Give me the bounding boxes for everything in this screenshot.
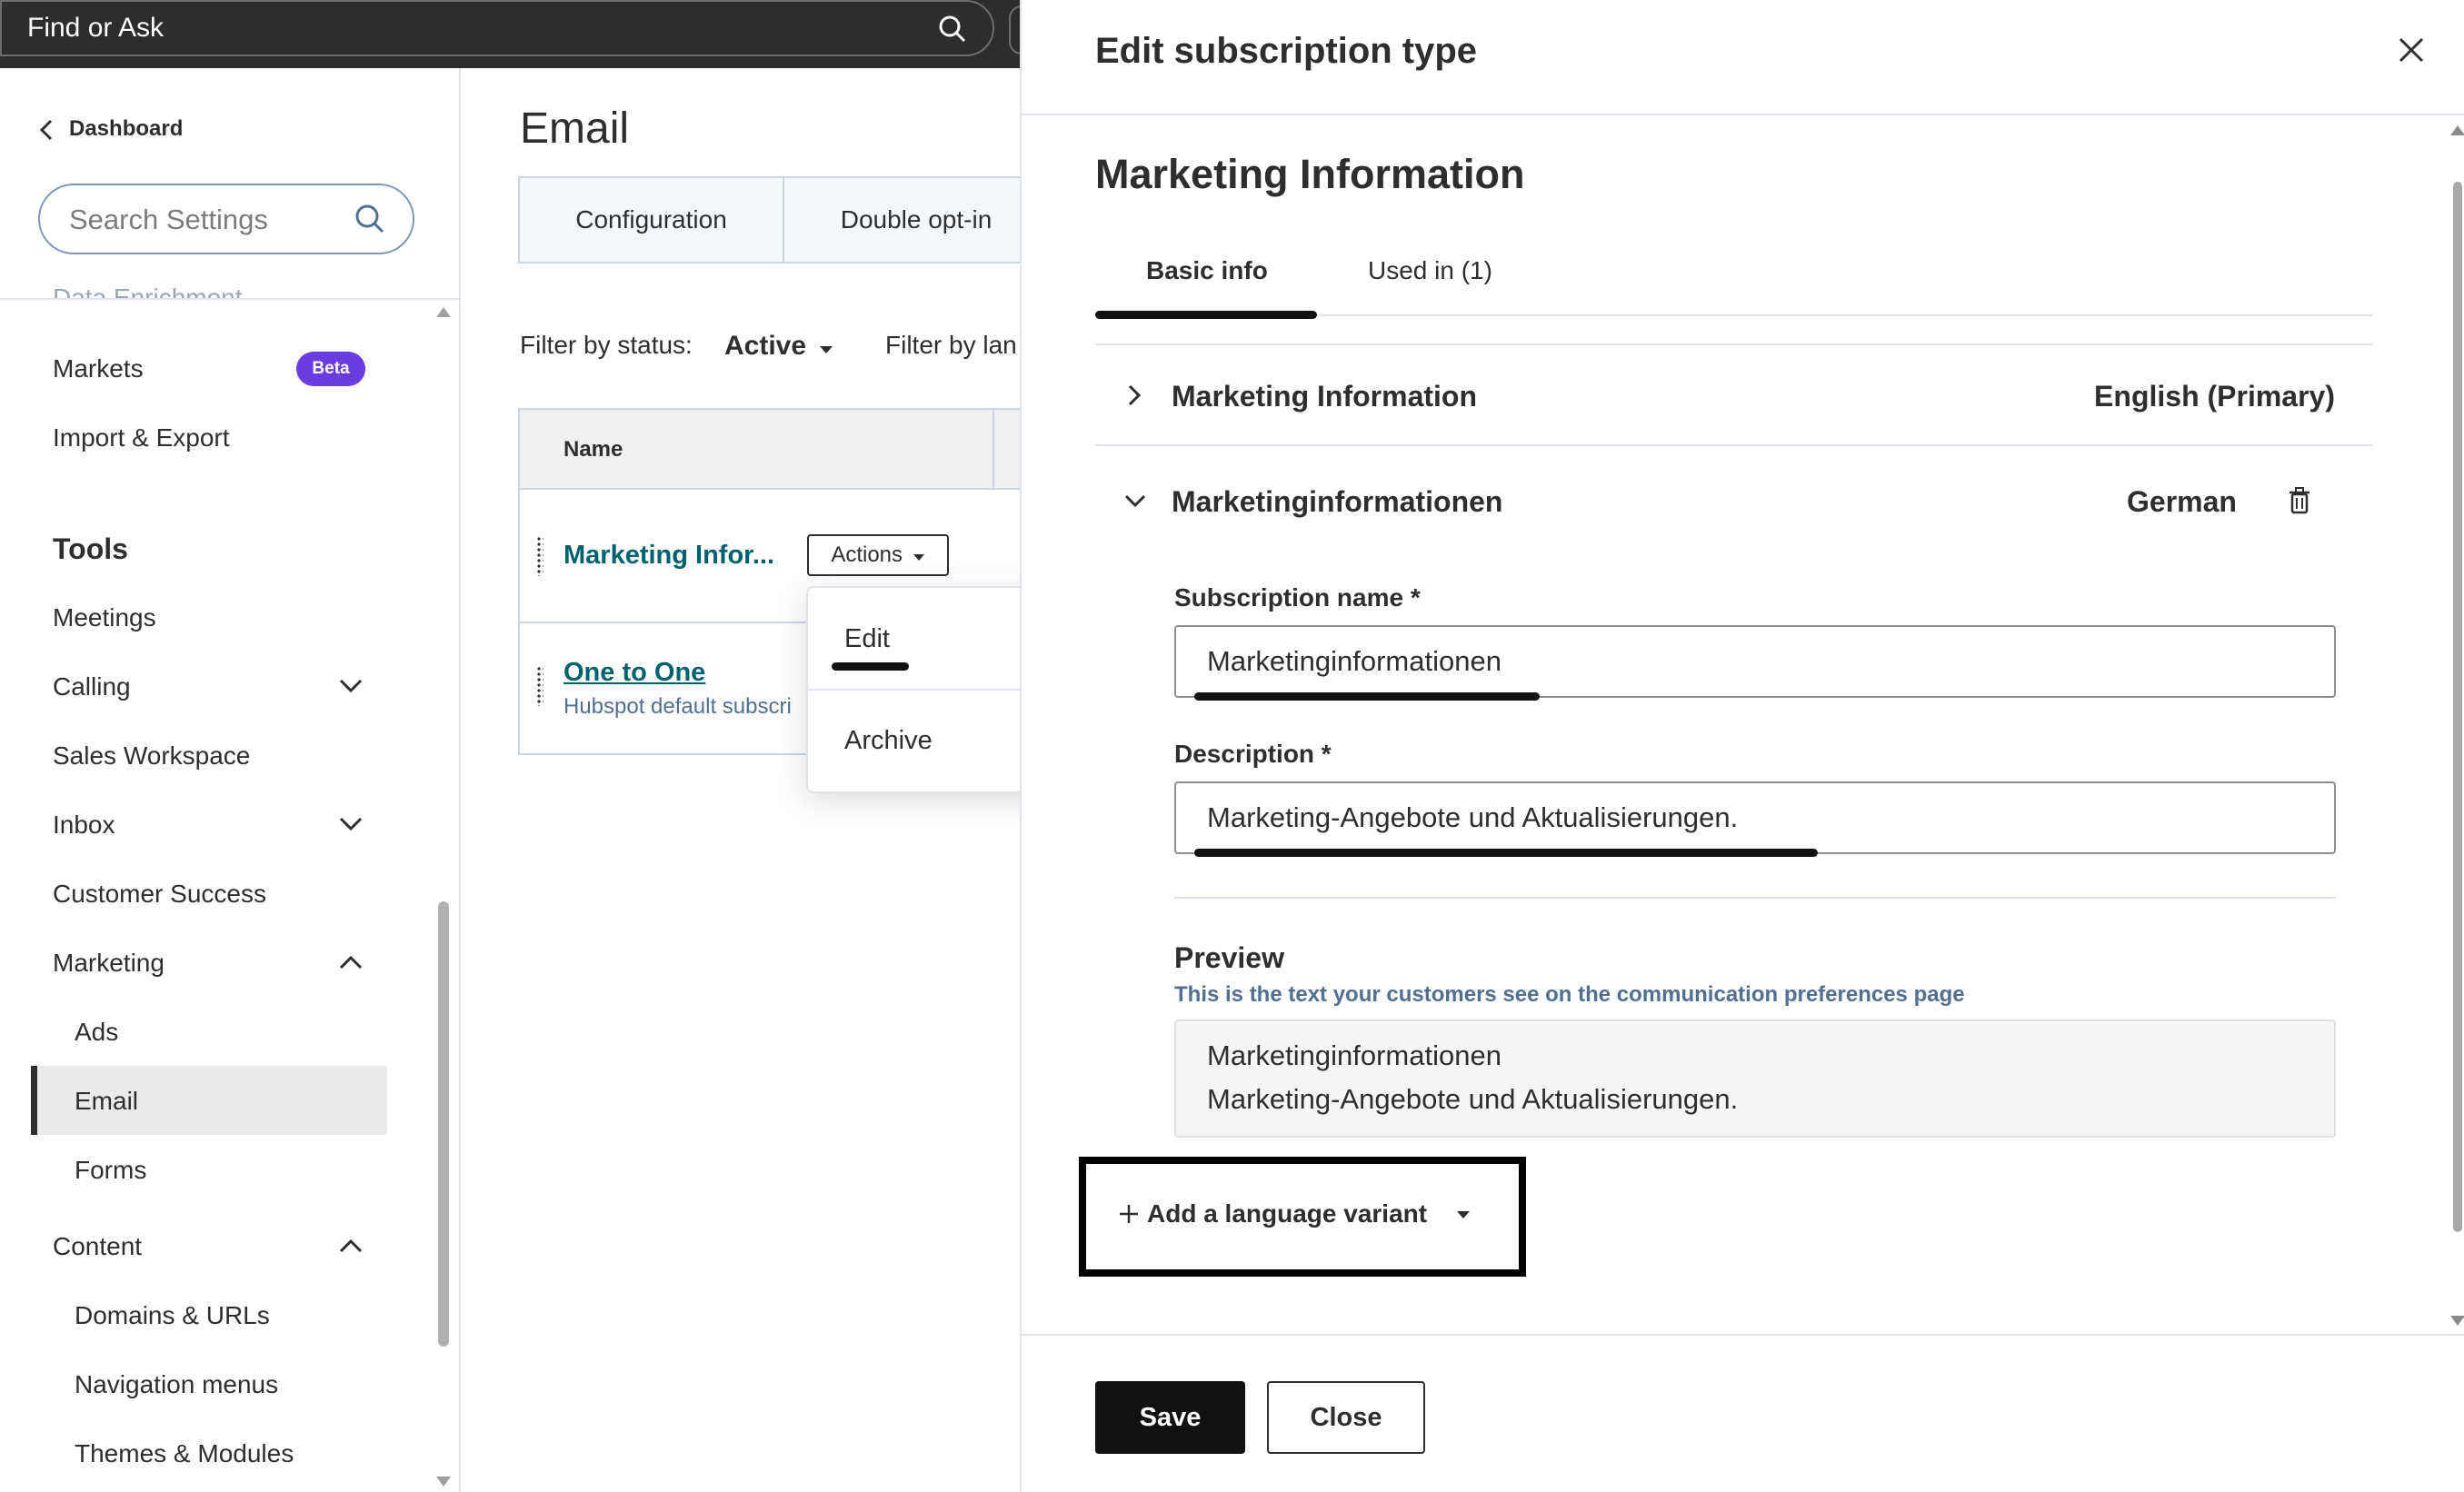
preview-heading: Preview [1174, 941, 1284, 974]
sidebar-item-customer-success[interactable]: Customer Success [53, 880, 266, 909]
panel-footer-divider [1022, 1334, 2464, 1336]
active-tab-indicator [1095, 311, 1317, 319]
caret-down-icon [820, 346, 833, 353]
subscription-name-input[interactable]: Marketinginformationen [1174, 625, 2336, 698]
active-indicator [31, 1066, 37, 1135]
preview-description: Marketing-Angebote und Aktualisierungen. [1207, 1083, 1739, 1115]
sidebar-scrollbar[interactable] [438, 901, 449, 1347]
description-input[interactable]: Marketing-Angebote und Aktualisierungen. [1174, 781, 2336, 854]
table-header: Name [520, 410, 1029, 490]
panel-header-divider [1022, 114, 2464, 115]
sidebar-divider [0, 298, 459, 300]
sidebar-item-themes-modules[interactable]: Themes & Modules [75, 1439, 294, 1468]
accordion-title-german[interactable]: Marketinginformationen [1172, 485, 1502, 519]
accordion-language-german: German [2127, 485, 2237, 518]
panel-title: Edit subscription type [1095, 31, 1478, 71]
sidebar-item-calling[interactable]: Calling [53, 672, 131, 701]
close-icon[interactable] [2398, 36, 2425, 64]
chevron-up-icon[interactable] [338, 954, 364, 970]
scroll-down-arrow[interactable] [436, 1477, 451, 1487]
description-value: Marketing-Angebote und Aktualisierungen. [1207, 801, 1739, 833]
chevron-down-icon[interactable] [338, 816, 364, 832]
scroll-up-arrow[interactable] [436, 307, 451, 317]
preview-subtext: This is the text your customers see on t… [1174, 982, 1965, 1007]
sidebar-item-cut-off[interactable]: Data Enrichment [53, 285, 243, 298]
plus-icon [1120, 1205, 1138, 1223]
tab-configuration[interactable]: Configuration [520, 176, 783, 264]
sidebar-item-ads[interactable]: Ads [75, 1018, 118, 1047]
chevron-down-icon[interactable] [1123, 493, 1147, 508]
row-link-one-to-one[interactable]: One to One [564, 658, 705, 688]
preview-box: Marketinginformationen Marketing-Angebot… [1174, 1020, 2336, 1138]
search-icon [355, 204, 384, 234]
panel-scroll-up-arrow[interactable] [2450, 125, 2464, 135]
actions-label: Actions [831, 542, 903, 567]
menu-item-edit[interactable]: Edit [844, 624, 890, 654]
sidebar-item-inbox[interactable]: Inbox [53, 811, 115, 840]
settings-search-placeholder: Search Settings [69, 204, 268, 235]
search-icon[interactable] [938, 15, 967, 44]
description-label: Description * [1174, 740, 1332, 768]
tab-double-opt-in[interactable]: Double opt-in [784, 176, 1048, 264]
accordion-divider [1095, 343, 2372, 345]
name-underline-mark [1194, 692, 1540, 701]
global-search-placeholder: Find or Ask [27, 13, 165, 43]
sidebar-item-forms[interactable]: Forms [75, 1156, 146, 1185]
tab-used-in[interactable]: Used in (1) [1368, 256, 1492, 285]
preview-name: Marketinginformationen [1207, 1039, 1501, 1071]
sidebar-item-markets[interactable]: Markets [53, 354, 144, 383]
accordion-title-english[interactable]: Marketing Information [1172, 380, 1477, 413]
subscription-name-label: Subscription name * [1174, 583, 1421, 612]
trash-icon[interactable] [2289, 487, 2310, 514]
description-underline-mark [1194, 849, 1818, 857]
chevron-down-icon[interactable] [338, 678, 364, 694]
filter-status-value: Active [724, 331, 807, 361]
column-name[interactable]: Name [564, 437, 623, 463]
accordion-language-english: English (Primary) [2094, 380, 2335, 413]
filter-status-dropdown[interactable]: Active [724, 331, 833, 362]
close-button[interactable]: Close [1267, 1381, 1425, 1454]
drag-handle-icon[interactable] [536, 536, 544, 576]
filter-language-label[interactable]: Filter by lan [885, 331, 1017, 360]
column-divider[interactable] [993, 410, 994, 488]
panel-scrollbar[interactable] [2453, 182, 2462, 1232]
global-search[interactable]: Find or Ask [0, 0, 994, 56]
sidebar-item-import-export[interactable]: Import & Export [53, 423, 230, 453]
panel-scroll-down-arrow[interactable] [2450, 1316, 2464, 1326]
add-language-variant-button[interactable]: Add a language variant [1118, 1199, 1471, 1228]
settings-sidebar [0, 68, 461, 1492]
sidebar-item-domains-urls[interactable]: Domains & URLs [75, 1301, 270, 1330]
sidebar-item-content[interactable]: Content [53, 1232, 142, 1261]
back-to-dashboard[interactable]: Dashboard [39, 116, 184, 142]
drag-handle-icon[interactable] [536, 666, 544, 706]
page-title: Email [520, 104, 630, 153]
menu-item-archive[interactable]: Archive [844, 726, 933, 756]
section-divider [1174, 897, 2336, 899]
tools-heading: Tools [53, 532, 128, 565]
subscription-title: Marketing Information [1095, 151, 1525, 197]
accordion-divider [1095, 444, 2372, 446]
tab-basic-info[interactable]: Basic info [1146, 256, 1268, 285]
sidebar-item-marketing[interactable]: Marketing [53, 949, 165, 978]
chevron-up-icon[interactable] [338, 1238, 364, 1254]
edit-underline-mark [832, 662, 909, 671]
chevron-right-icon[interactable] [1127, 383, 1142, 407]
caret-down-icon [1456, 1211, 1470, 1218]
chevron-left-icon [39, 119, 53, 140]
row-link-marketing-information[interactable]: Marketing Infor... [564, 541, 774, 571]
sidebar-item-sales-workspace[interactable]: Sales Workspace [53, 741, 250, 771]
actions-button[interactable]: Actions [807, 534, 949, 576]
beta-badge: Beta [296, 352, 365, 386]
sidebar-item-meetings[interactable]: Meetings [53, 603, 156, 632]
add-language-variant-label: Add a language variant [1147, 1199, 1428, 1228]
sidebar-item-navigation-menus[interactable]: Navigation menus [75, 1370, 278, 1399]
caret-down-icon [913, 554, 924, 561]
settings-search-input[interactable]: Search Settings [38, 184, 414, 254]
save-button[interactable]: Save [1095, 1381, 1245, 1454]
subscription-name-value: Marketinginformationen [1207, 645, 1501, 677]
back-label: Dashboard [69, 116, 184, 141]
row-description: Hubspot default subscri [564, 694, 792, 719]
filter-status-label: Filter by status: [520, 331, 693, 359]
sidebar-item-email[interactable]: Email [75, 1087, 138, 1116]
